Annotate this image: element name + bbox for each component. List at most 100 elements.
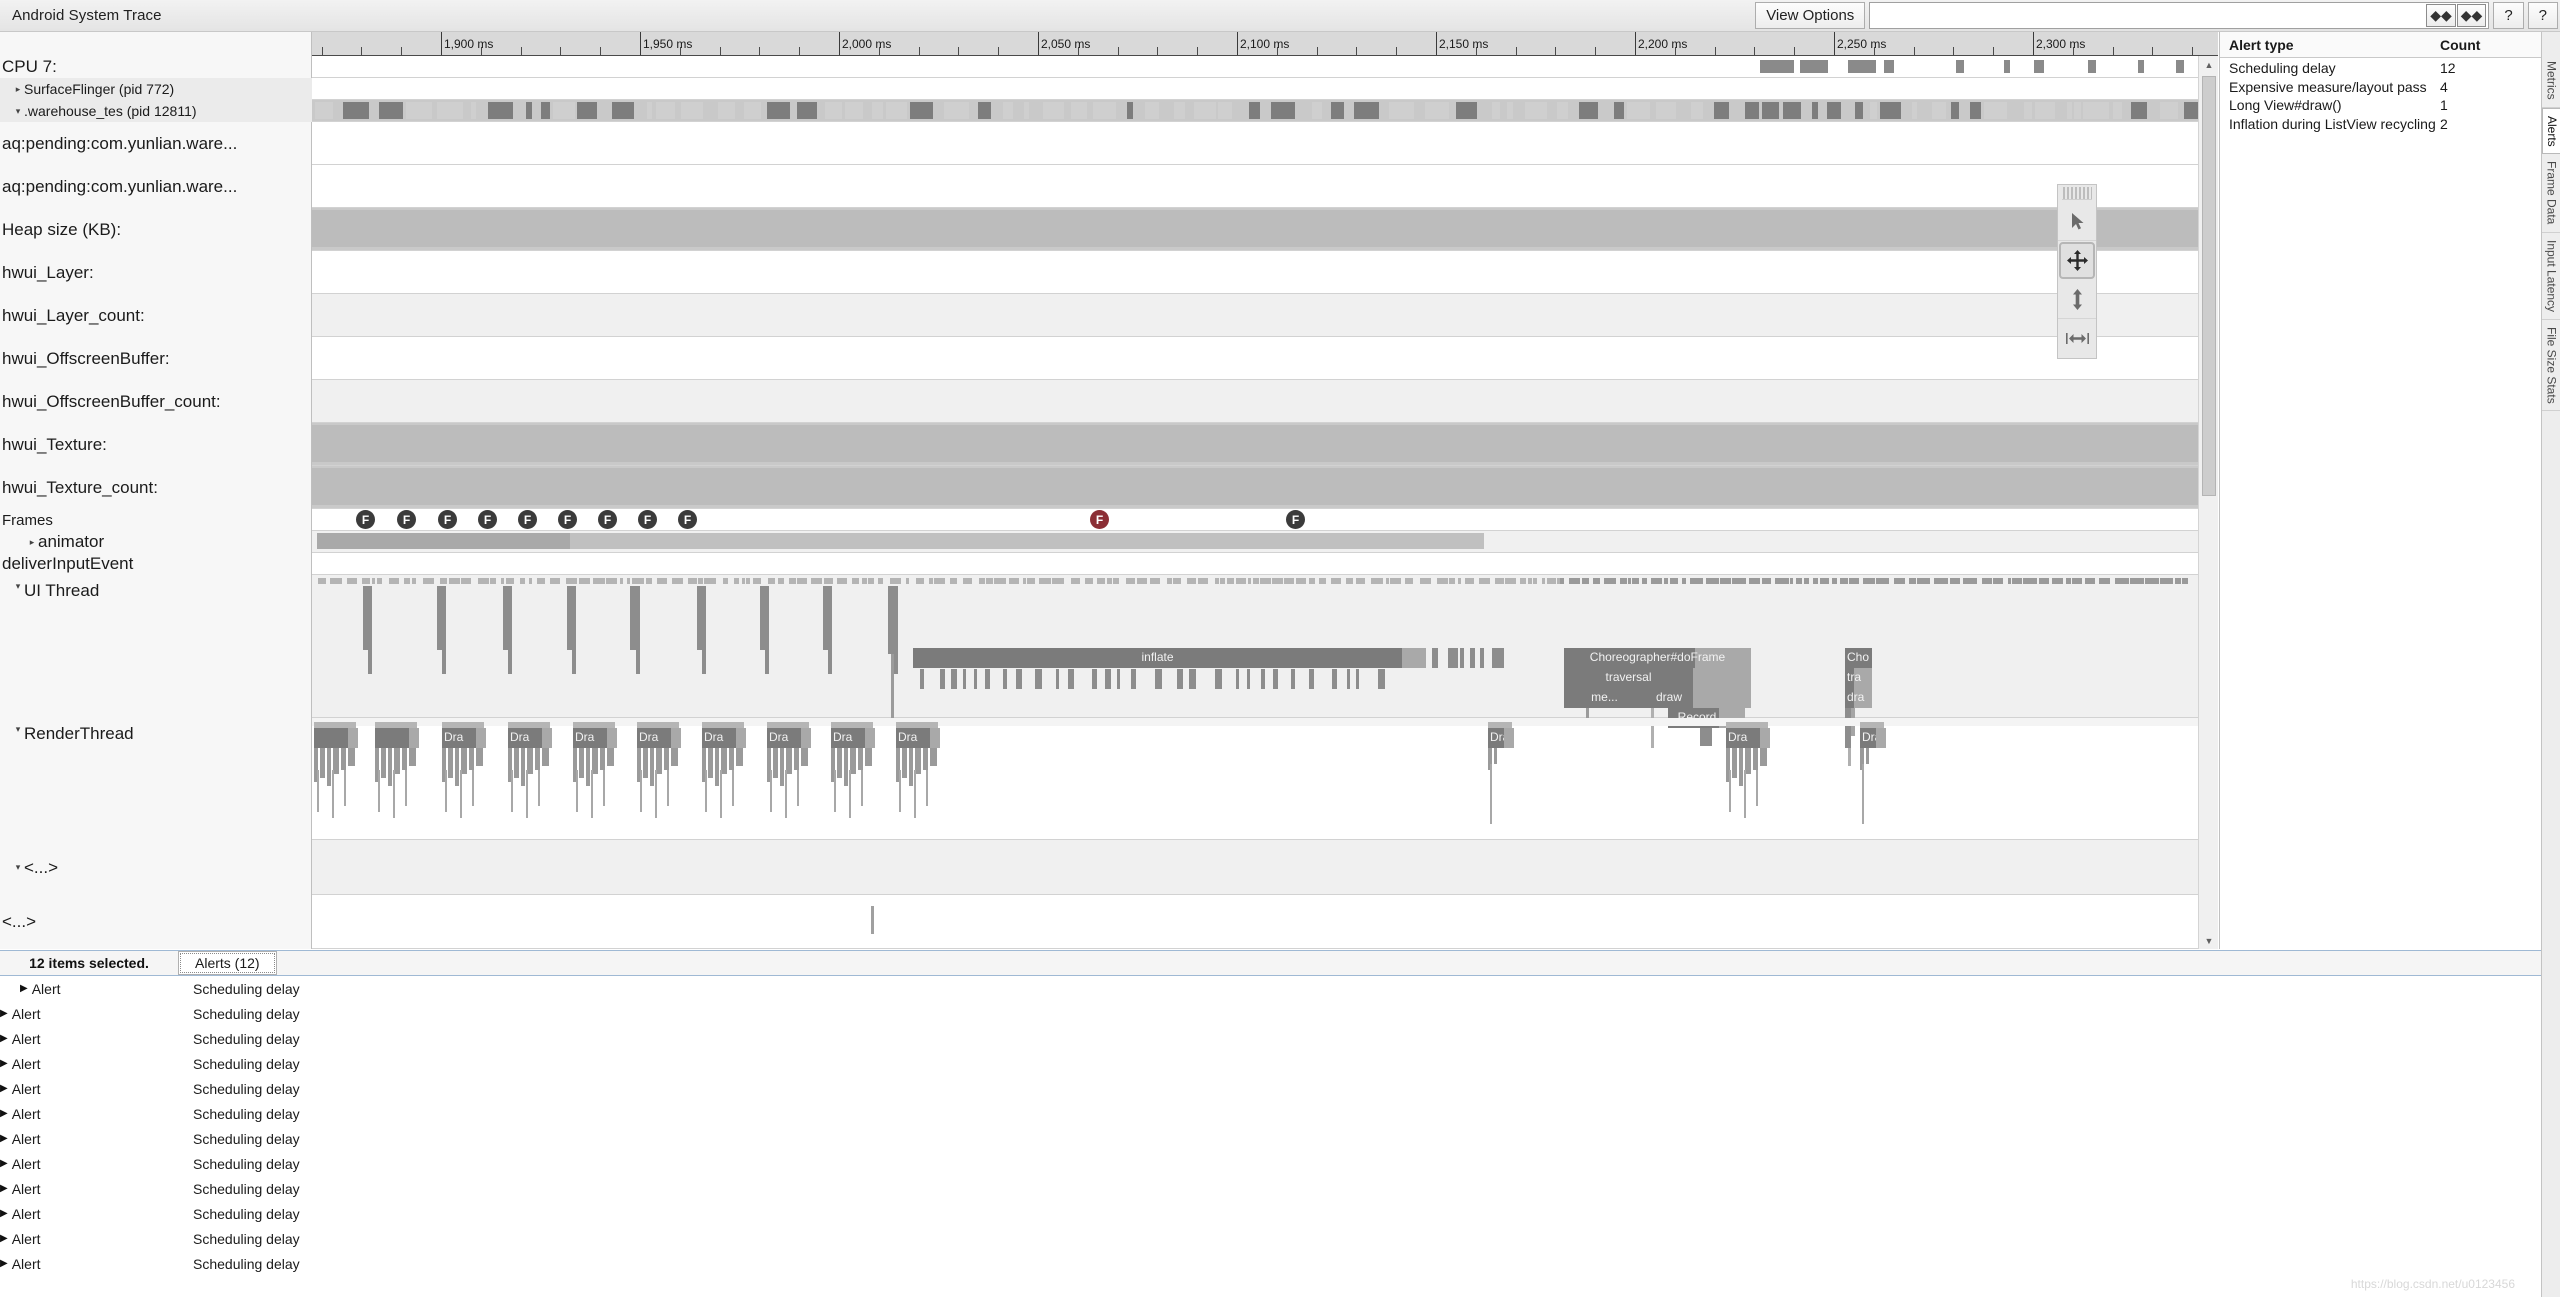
renderthread-child-slice[interactable] bbox=[476, 748, 483, 766]
ui-thread-strip-slice[interactable] bbox=[1272, 578, 1283, 584]
surfaceflinger-slice[interactable] bbox=[379, 102, 403, 119]
alert-detail-row[interactable]: ▶ Alert Scheduling delay bbox=[0, 1076, 2541, 1101]
scroll-up-icon[interactable]: ▲ bbox=[2199, 56, 2218, 73]
ui-thread-strip-slice[interactable] bbox=[2182, 578, 2188, 584]
renderthread-child-slice[interactable] bbox=[538, 770, 540, 806]
renderthread-child-slice[interactable] bbox=[393, 770, 395, 818]
expander-expanded-icon[interactable] bbox=[12, 581, 24, 592]
ui-thread-strip-slice[interactable] bbox=[1284, 578, 1294, 584]
ui-thread-strip-slice[interactable] bbox=[979, 578, 985, 584]
ui-thread-strip-slice[interactable] bbox=[934, 578, 945, 584]
renderthread-child-slice[interactable] bbox=[899, 770, 901, 812]
ui-thread-strip-slice[interactable] bbox=[2072, 578, 2082, 584]
ui-thread-strip-slice[interactable] bbox=[1628, 578, 1631, 584]
inflate-child-slice[interactable] bbox=[974, 669, 977, 689]
renderthread-child-slice[interactable] bbox=[526, 770, 528, 818]
ui-thread-strip-slice[interactable] bbox=[1775, 578, 1789, 584]
renderthread-child-slice[interactable] bbox=[348, 748, 355, 766]
drawframe-slice[interactable] bbox=[767, 728, 801, 748]
surfaceflinger-slice[interactable] bbox=[471, 102, 476, 119]
surfaceflinger-slice[interactable] bbox=[1194, 102, 1216, 119]
ui-thread-strip-slice[interactable] bbox=[1894, 578, 1905, 584]
inflate-child-slice[interactable] bbox=[1247, 669, 1250, 689]
expander-collapsed-icon[interactable] bbox=[26, 537, 38, 548]
expander-collapsed-icon[interactable]: ▶ bbox=[0, 1158, 8, 1169]
track-label-row[interactable]: deliverInputEvent bbox=[0, 553, 312, 575]
frame-marker[interactable]: F bbox=[518, 510, 537, 529]
renderthread-child-slice[interactable] bbox=[341, 748, 346, 770]
ui-thread-strip-slice[interactable] bbox=[606, 578, 617, 584]
ui-thread-strip-slice[interactable] bbox=[1023, 578, 1026, 584]
renderthread-child-slice[interactable] bbox=[586, 748, 590, 786]
ui-thread-strip-slice[interactable] bbox=[593, 578, 605, 584]
ui-thread-slice[interactable] bbox=[1492, 648, 1504, 668]
ui-thread-strip-slice[interactable] bbox=[1071, 578, 1080, 584]
ui-thread-strip-slice[interactable] bbox=[950, 578, 957, 584]
ui-thread-strip-slice[interactable] bbox=[1260, 578, 1271, 584]
ui-thread-strip-slice[interactable] bbox=[1390, 578, 1401, 584]
animator-slice[interactable] bbox=[317, 533, 570, 549]
surfaceflinger-slice[interactable] bbox=[978, 102, 991, 119]
ui-thread-strip-slice[interactable] bbox=[916, 578, 924, 584]
surfaceflinger-slice[interactable] bbox=[1951, 102, 1959, 119]
renderthread-child-slice[interactable] bbox=[388, 748, 392, 786]
ui-thread-strip-slice[interactable] bbox=[1547, 578, 1556, 584]
surfaceflinger-slice[interactable] bbox=[1855, 102, 1863, 119]
drawframe-tail-slice[interactable] bbox=[476, 728, 486, 748]
surfaceflinger-slice[interactable] bbox=[886, 102, 907, 119]
surfaceflinger-slice[interactable] bbox=[797, 102, 817, 119]
ui-thread-strip-slice[interactable] bbox=[632, 578, 644, 584]
ui-thread-strip-slice[interactable] bbox=[1993, 578, 2003, 584]
ui-thread-strip-slice[interactable] bbox=[753, 578, 761, 584]
ui-thread-strip-slice[interactable] bbox=[506, 578, 514, 584]
frame-marker[interactable]: F bbox=[478, 510, 497, 529]
frame-marker[interactable]: F bbox=[1286, 510, 1305, 529]
renderthread-child-slice[interactable] bbox=[344, 770, 346, 806]
ui-thread-strip-slice[interactable] bbox=[1405, 578, 1413, 584]
traversal-slice[interactable] bbox=[1845, 668, 1854, 688]
trace-viewer[interactable]: CPU 7: SurfaceFlinger (pid 772) .warehou… bbox=[0, 32, 2218, 949]
inflate-child-slice[interactable] bbox=[1332, 669, 1337, 689]
inflate-child-slice[interactable] bbox=[963, 669, 966, 689]
inflate-child-slice[interactable] bbox=[1378, 669, 1385, 689]
ui-thread-strip-slice[interactable] bbox=[789, 578, 796, 584]
ui-thread-strip-slice[interactable] bbox=[768, 578, 775, 584]
renderthread-child-slice[interactable] bbox=[472, 770, 474, 806]
renderthread-child-slice[interactable] bbox=[448, 748, 453, 778]
inflate-child-slice[interactable] bbox=[1261, 669, 1265, 689]
drawframe-slice[interactable] bbox=[1726, 728, 1760, 748]
ui-thread-strip-slice[interactable] bbox=[1248, 578, 1251, 584]
ui-thread-strip-slice[interactable] bbox=[1420, 578, 1431, 584]
renderthread-child-slice[interactable] bbox=[542, 748, 549, 766]
renderthread-child-slice[interactable] bbox=[858, 748, 863, 770]
cpu-slice[interactable] bbox=[1884, 60, 1894, 73]
drawframe-slice[interactable] bbox=[637, 728, 671, 748]
ui-thread-strip-slice[interactable] bbox=[1009, 578, 1019, 584]
surfaceflinger-slice[interactable] bbox=[2035, 102, 2055, 119]
frame-marker[interactable]: F bbox=[1090, 510, 1109, 529]
alert-summary-row[interactable]: Scheduling delay 12 bbox=[2220, 58, 2541, 77]
ui-thread-strip-slice[interactable] bbox=[520, 578, 525, 584]
track-label-row[interactable]: animator bbox=[0, 531, 312, 553]
ui-thread-strip-slice[interactable] bbox=[1296, 578, 1306, 584]
frame-marker[interactable]: F bbox=[678, 510, 697, 529]
ui-thread-strip-slice[interactable] bbox=[412, 578, 416, 584]
surfaceflinger-slice[interactable] bbox=[577, 102, 597, 119]
ui-thread-strip-slice[interactable] bbox=[2066, 578, 2071, 584]
inflate-child-slice[interactable] bbox=[940, 669, 945, 689]
ui-thread-strip-slice[interactable] bbox=[501, 578, 504, 584]
renderthread-child-slice[interactable] bbox=[1756, 770, 1758, 806]
cpu-slice[interactable] bbox=[2138, 60, 2144, 73]
help-secondary-button[interactable]: ? bbox=[2527, 2, 2558, 29]
surfaceflinger-slice[interactable] bbox=[1174, 102, 1185, 119]
ui-thread-strip-slice[interactable] bbox=[994, 578, 1006, 584]
glyph-right-icon[interactable]: ◆◆ bbox=[2456, 4, 2487, 27]
ui-thread-strip-slice[interactable] bbox=[906, 578, 909, 584]
alert-detail-row[interactable]: ▶ Alert Scheduling delay bbox=[0, 1126, 2541, 1151]
drawframe-tail-slice[interactable] bbox=[542, 728, 552, 748]
ui-thread-strip-slice[interactable] bbox=[1346, 578, 1353, 584]
ui-thread-strip-slice[interactable] bbox=[1236, 578, 1246, 584]
trace-vertical-scrollbar[interactable]: ▲ ▼ bbox=[2198, 56, 2218, 949]
ui-thread-strip-slice[interactable] bbox=[657, 578, 667, 584]
surfaceflinger-slice[interactable] bbox=[1984, 102, 2007, 119]
